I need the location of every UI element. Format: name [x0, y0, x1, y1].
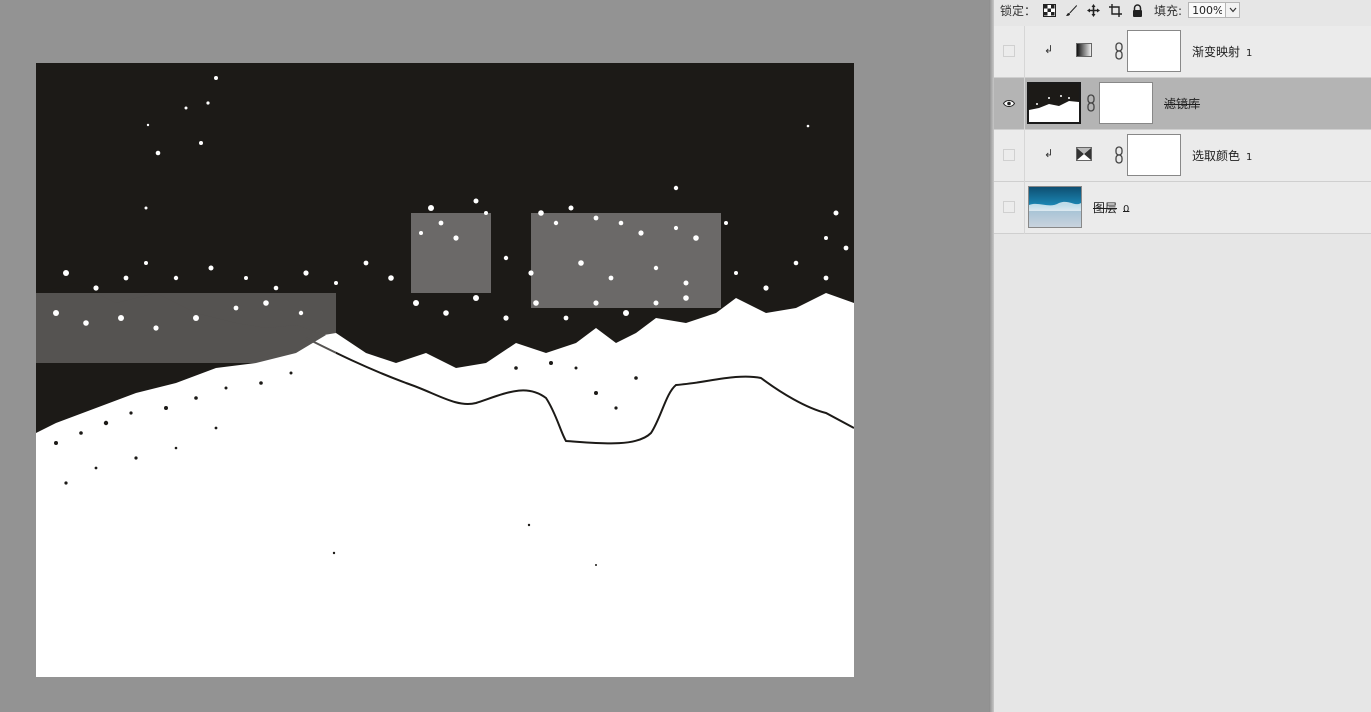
layer-name-text: 滤镜库 — [1164, 97, 1201, 111]
layer-row-selective-color[interactable]: ↲ 选取颜色 1 — [994, 130, 1371, 182]
visibility-toggle[interactable] — [1003, 45, 1015, 57]
layer-name[interactable]: 渐变映射 1 — [1192, 43, 1252, 60]
layer-number: 1 — [1246, 152, 1253, 163]
lock-label: 锁定： — [1000, 3, 1037, 18]
selective-color-icon[interactable] — [1076, 147, 1092, 161]
visibility-toggle[interactable] — [1003, 97, 1015, 109]
layer-name-text: 选取颜色 — [1192, 149, 1241, 163]
layer-mask-thumbnail[interactable] — [1127, 30, 1181, 72]
visibility-toggle[interactable] — [1003, 149, 1015, 161]
lock-artboard-icon[interactable] — [1108, 3, 1122, 17]
layer-name-text: 渐变映射 — [1192, 45, 1241, 59]
layer-name[interactable]: 选取颜色 1 — [1192, 147, 1252, 164]
thumbnail-image — [1029, 187, 1081, 227]
row-separator — [1024, 78, 1025, 130]
fill-label: 填充: — [1154, 3, 1183, 18]
row-separator — [1024, 182, 1025, 234]
thumbnail-image — [1029, 84, 1079, 122]
layers-panel: 锁定： 填充: ↲ 渐变映射 1 — [994, 0, 1371, 712]
link-chain-icon[interactable] — [1114, 146, 1124, 164]
lock-transparent-pixels-icon[interactable] — [1042, 3, 1056, 17]
layer-row-filter-gallery[interactable]: 滤镜库 — [994, 78, 1371, 130]
layers-empty-area[interactable] — [994, 234, 1371, 712]
gradient-map-icon[interactable] — [1076, 43, 1092, 57]
lock-image-pixels-icon[interactable] — [1064, 3, 1078, 17]
layer-number: 0 — [1123, 204, 1130, 215]
fill-input[interactable] — [1188, 2, 1227, 18]
layer-row-gradient-map[interactable]: ↲ 渐变映射 1 — [994, 26, 1371, 78]
layer-thumbnail[interactable] — [1028, 186, 1082, 228]
clipping-mask-icon: ↲ — [1044, 43, 1054, 56]
fill-dropdown-button[interactable] — [1226, 2, 1241, 18]
layer-name-text: 图层 — [1093, 201, 1118, 215]
link-chain-icon[interactable] — [1086, 94, 1096, 112]
layer-mask-thumbnail[interactable] — [1099, 82, 1153, 124]
chevron-down-icon — [1229, 7, 1237, 13]
lock-all-icon[interactable] — [1130, 3, 1144, 17]
eye-icon — [1003, 99, 1015, 107]
row-separator — [1024, 130, 1025, 182]
lock-position-icon[interactable] — [1086, 3, 1100, 17]
layer-name[interactable]: 滤镜库 — [1164, 95, 1206, 112]
clipping-mask-icon: ↲ — [1044, 147, 1054, 160]
layer-name[interactable]: 图层 0 — [1093, 199, 1129, 216]
layer-number: 1 — [1246, 48, 1253, 59]
link-chain-icon[interactable] — [1114, 42, 1124, 60]
visibility-toggle[interactable] — [1003, 201, 1015, 213]
document-canvas[interactable] — [36, 63, 854, 677]
filtered-image — [36, 63, 854, 566]
canvas-workspace[interactable] — [0, 0, 993, 712]
layer-thumbnail[interactable] — [1027, 82, 1081, 124]
row-separator — [1024, 26, 1025, 78]
lock-bar: 锁定： 填充: — [994, 0, 1371, 20]
layer-row-image[interactable]: 图层 0 — [994, 182, 1371, 234]
layer-mask-thumbnail[interactable] — [1127, 134, 1181, 176]
